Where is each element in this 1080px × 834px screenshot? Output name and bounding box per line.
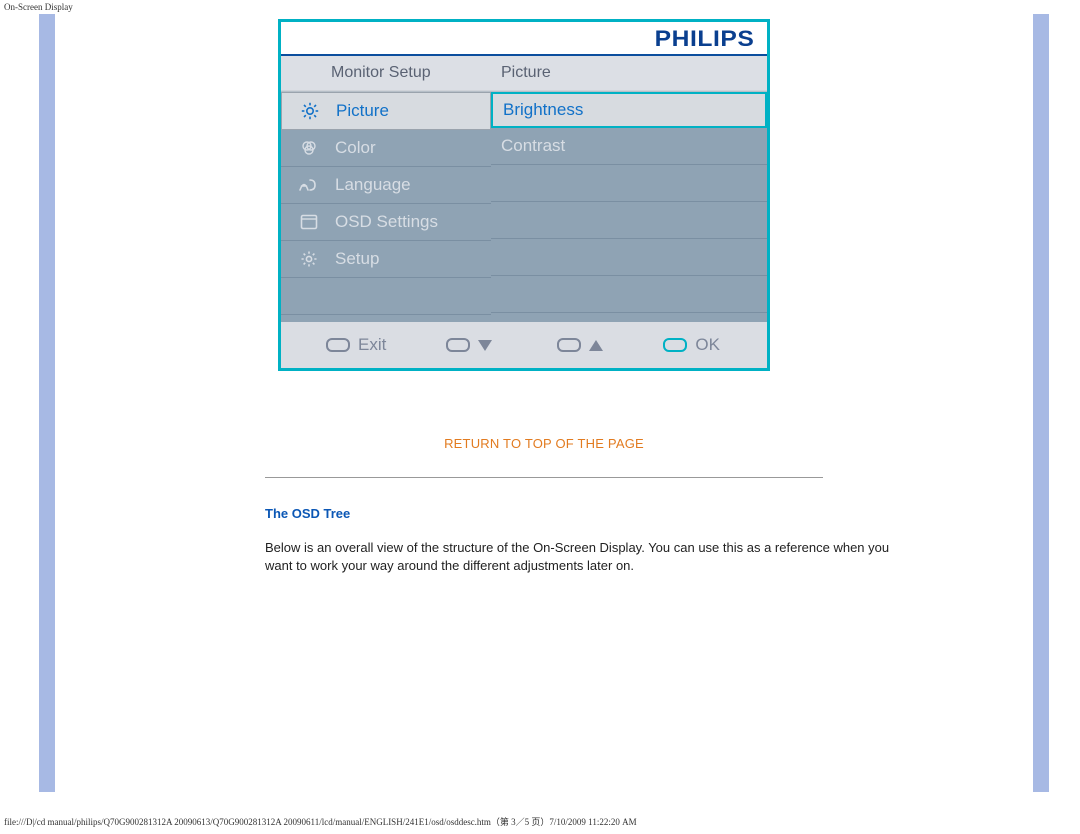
body-paragraph: Below is an overall view of the structur… (265, 539, 903, 575)
page-header: On-Screen Display (4, 2, 73, 12)
submenu-empty-row (491, 276, 767, 313)
osd-settings-icon (297, 211, 321, 233)
submenu-item-brightness[interactable]: Brightness (491, 92, 767, 128)
menu-item-color[interactable]: Color (281, 130, 491, 167)
osd-title-left: Monitor Setup (281, 56, 491, 90)
submenu-label: Brightness (503, 100, 583, 120)
footer-file-path: file:///D|/cd manual/philips/Q70G9002813… (4, 815, 637, 828)
footer-exit-label: Exit (358, 335, 386, 355)
footer-exit[interactable]: Exit (326, 335, 386, 355)
language-icon (297, 174, 321, 196)
osd-sub-menu: Brightness Contrast (491, 92, 767, 312)
footer-up[interactable] (557, 338, 603, 352)
menu-label: OSD Settings (335, 212, 438, 232)
osd-panel: PHILIPS Monitor Setup Picture Picture (278, 19, 770, 371)
menu-item-language[interactable]: Language (281, 167, 491, 204)
menu-label: Setup (335, 249, 379, 269)
return-to-top-link[interactable]: RETURN TO TOP OF THE PAGE (55, 436, 1033, 451)
osd-body: Picture Color Language (281, 91, 767, 312)
osd-main-menu: Picture Color Language (281, 92, 491, 312)
menu-item-picture[interactable]: Picture (281, 92, 491, 130)
down-triangle-icon (478, 340, 492, 351)
content-area: PHILIPS Monitor Setup Picture Picture (55, 14, 1033, 575)
pill-icon (663, 338, 687, 352)
submenu-label: Contrast (501, 136, 565, 156)
footer-ok-label: OK (695, 335, 720, 355)
menu-item-osd-settings[interactable]: OSD Settings (281, 204, 491, 241)
pill-icon (326, 338, 350, 352)
submenu-empty-row (491, 239, 767, 276)
osd-titlebar: Monitor Setup Picture (281, 56, 767, 91)
menu-label: Picture (336, 101, 389, 121)
submenu-empty-row (491, 202, 767, 239)
philips-logo: PHILIPS (655, 26, 755, 52)
menu-label: Language (335, 175, 411, 195)
section-heading-osd-tree: The OSD Tree (265, 506, 1033, 521)
submenu-empty-row (491, 165, 767, 202)
menu-label: Color (335, 138, 376, 158)
pill-icon (557, 338, 581, 352)
footer-down[interactable] (446, 338, 492, 352)
horizontal-rule (265, 477, 823, 478)
osd-title-right: Picture (491, 56, 767, 90)
pill-icon (446, 338, 470, 352)
menu-empty-row (281, 278, 491, 315)
left-decoration (39, 14, 55, 792)
up-triangle-icon (589, 340, 603, 351)
menu-item-setup[interactable]: Setup (281, 241, 491, 278)
submenu-item-contrast[interactable]: Contrast (491, 128, 767, 165)
osd-footer: Exit OK (281, 322, 767, 368)
footer-ok[interactable]: OK (663, 335, 720, 355)
color-icon (297, 137, 321, 159)
osd-logo-bar: PHILIPS (281, 22, 767, 54)
setup-icon (297, 248, 321, 270)
right-decoration (1033, 14, 1049, 792)
brightness-icon (298, 100, 322, 122)
